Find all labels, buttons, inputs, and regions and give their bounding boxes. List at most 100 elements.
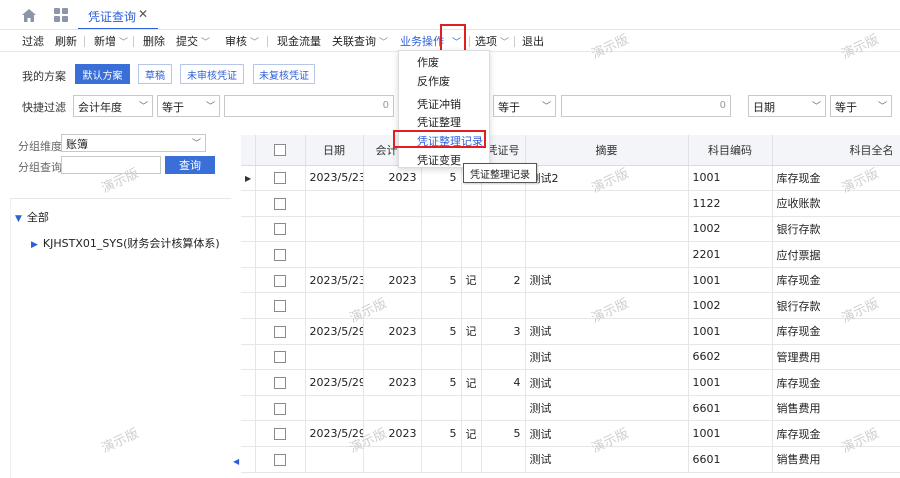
cell-period[interactable]: 5 xyxy=(421,369,462,396)
cell-account-name[interactable]: 库存现金 xyxy=(772,318,900,345)
cell-account-code[interactable]: 1002 xyxy=(688,292,773,320)
cell-voucher-no[interactable] xyxy=(481,344,526,371)
scheme-draft-button[interactable]: 草稿 xyxy=(138,64,172,84)
cell-summary[interactable]: 测试 xyxy=(525,446,689,473)
cell-account-name[interactable]: 银行存款 xyxy=(772,216,900,243)
cell-summary[interactable]: 测试 xyxy=(525,395,689,422)
filter-value2-input[interactable]: 0 xyxy=(561,95,731,117)
cell-account-code[interactable]: 1002 xyxy=(688,216,773,243)
cell-account-name[interactable]: 库存现金 xyxy=(772,369,900,396)
cell-date[interactable] xyxy=(305,216,364,243)
row-checkbox[interactable] xyxy=(274,172,286,185)
cell-account-name[interactable]: 应付票据 xyxy=(772,241,900,268)
cell-account-code[interactable]: 1001 xyxy=(688,318,773,345)
cell-account-name[interactable]: 销售费用 xyxy=(772,395,900,422)
cell-type[interactable] xyxy=(461,395,482,422)
cell-type[interactable] xyxy=(461,344,482,371)
table-row[interactable]: 2023/5/23 2023 5 记 2 测试 1001 库存现金 xyxy=(241,267,900,294)
cell-date[interactable]: 2023/5/29 xyxy=(305,369,364,396)
cell-date[interactable]: 2023/5/29 xyxy=(305,420,364,448)
cell-voucher-no[interactable] xyxy=(481,446,526,473)
cell-year[interactable] xyxy=(363,292,422,320)
caret-right-icon[interactable]: ▶ xyxy=(31,240,38,250)
cell-account-code[interactable]: 1001 xyxy=(688,267,773,294)
cell-summary[interactable]: 测试 xyxy=(525,369,689,396)
table-row[interactable]: 2023/5/29 2023 5 记 5 测试 1001 库存现金 xyxy=(241,420,900,448)
cell-account-code[interactable]: 6601 xyxy=(688,395,773,422)
cell-type[interactable]: 记 xyxy=(461,267,482,294)
cell-voucher-no[interactable] xyxy=(481,190,526,217)
filter-op-select[interactable]: 等于 ﹀ xyxy=(157,95,220,117)
audit-button[interactable]: 审核 ﹀ xyxy=(225,33,259,49)
cell-period[interactable] xyxy=(421,241,462,268)
row-checkbox[interactable] xyxy=(274,428,286,441)
filter-button[interactable]: 过滤 xyxy=(22,33,44,49)
cell-summary[interactable] xyxy=(525,292,689,320)
cell-year[interactable]: 2023 xyxy=(363,318,422,345)
cell-account-name[interactable]: 销售费用 xyxy=(772,446,900,473)
col-date[interactable]: 日期 xyxy=(305,135,364,166)
cell-voucher-no[interactable] xyxy=(481,292,526,320)
table-row[interactable]: 2201 应付票据 xyxy=(241,241,900,268)
cell-account-name[interactable]: 银行存款 xyxy=(772,292,900,320)
scheme-unaudited-button[interactable]: 未审核凭证 xyxy=(180,64,244,84)
cell-date[interactable]: 2023/5/23 xyxy=(305,267,364,294)
cell-summary[interactable]: 测试 xyxy=(525,318,689,345)
cell-year[interactable] xyxy=(363,395,422,422)
cell-period[interactable] xyxy=(421,344,462,371)
cell-account-name[interactable]: 库存现金 xyxy=(772,420,900,448)
caret-down-icon[interactable]: ▼ xyxy=(15,214,22,224)
row-checkbox[interactable] xyxy=(274,377,286,390)
cell-date[interactable]: 2023/5/29 xyxy=(305,318,364,345)
col-account-name[interactable]: 科目全名 xyxy=(772,135,900,166)
cell-type[interactable] xyxy=(461,446,482,473)
cell-voucher-no[interactable]: 2 xyxy=(481,267,526,294)
cell-period[interactable]: 5 xyxy=(421,420,462,448)
cell-account-code[interactable]: 1122 xyxy=(688,190,773,217)
cell-voucher-no[interactable]: 3 xyxy=(481,318,526,345)
add-button[interactable]: 新增 ﹀ xyxy=(94,33,128,49)
related-query-button[interactable]: 关联查询 ﹀ xyxy=(332,33,388,49)
cell-period[interactable]: 5 xyxy=(421,267,462,294)
row-checkbox[interactable] xyxy=(274,351,286,364)
cell-summary[interactable]: 测试2 xyxy=(525,165,689,192)
collapse-arrow-icon[interactable]: ◀ xyxy=(233,457,239,466)
submit-button[interactable]: 提交 ﹀ xyxy=(176,33,210,49)
cell-account-code[interactable]: 1001 xyxy=(688,369,773,396)
select-all-checkbox[interactable] xyxy=(274,144,286,157)
cell-year[interactable] xyxy=(363,241,422,268)
cell-voucher-no[interactable] xyxy=(481,216,526,243)
row-checkbox[interactable] xyxy=(274,325,286,338)
cell-summary[interactable] xyxy=(525,190,689,217)
cell-account-name[interactable]: 管理费用 xyxy=(772,344,900,371)
refresh-button[interactable]: 刷新 xyxy=(55,33,77,49)
row-checkbox[interactable] xyxy=(274,300,286,313)
row-checkbox[interactable] xyxy=(274,402,286,415)
row-checkbox[interactable] xyxy=(274,274,286,287)
col-summary[interactable]: 摘要 xyxy=(525,135,689,166)
cell-year[interactable] xyxy=(363,344,422,371)
menu-item-unvoid[interactable]: 反作废 xyxy=(417,73,450,89)
delete-button[interactable]: 删除 xyxy=(143,33,165,49)
tab-voucher-query[interactable]: 凭证查询 ✕ xyxy=(78,0,158,30)
cell-account-code[interactable]: 1001 xyxy=(688,420,773,448)
row-checkbox[interactable] xyxy=(274,223,286,236)
cell-account-code[interactable]: 6601 xyxy=(688,446,773,473)
menu-item-reverse[interactable]: 凭证冲销 xyxy=(417,96,461,112)
cell-type[interactable] xyxy=(461,241,482,268)
home-icon[interactable] xyxy=(21,8,37,23)
cell-summary[interactable]: 测试 xyxy=(525,420,689,448)
cell-voucher-no[interactable] xyxy=(481,395,526,422)
cell-year[interactable]: 2023 xyxy=(363,165,422,192)
tree-child[interactable]: ▶ KJHSTX01_SYS(财务会计核算体系) xyxy=(31,235,220,251)
exit-button[interactable]: 退出 xyxy=(522,33,544,49)
table-row[interactable]: 测试 6601 销售费用 xyxy=(241,395,900,422)
filter-op3-select[interactable]: 等于 ﹀ xyxy=(830,95,892,117)
cell-type[interactable] xyxy=(461,216,482,243)
cell-type[interactable] xyxy=(461,190,482,217)
group-dim-select[interactable]: 账簿 ﹀ xyxy=(61,134,206,152)
cell-summary[interactable] xyxy=(525,241,689,268)
cell-period[interactable] xyxy=(421,190,462,217)
cell-year[interactable]: 2023 xyxy=(363,420,422,448)
table-row[interactable]: 2023/5/29 2023 5 记 3 测试 1001 库存现金 xyxy=(241,318,900,345)
